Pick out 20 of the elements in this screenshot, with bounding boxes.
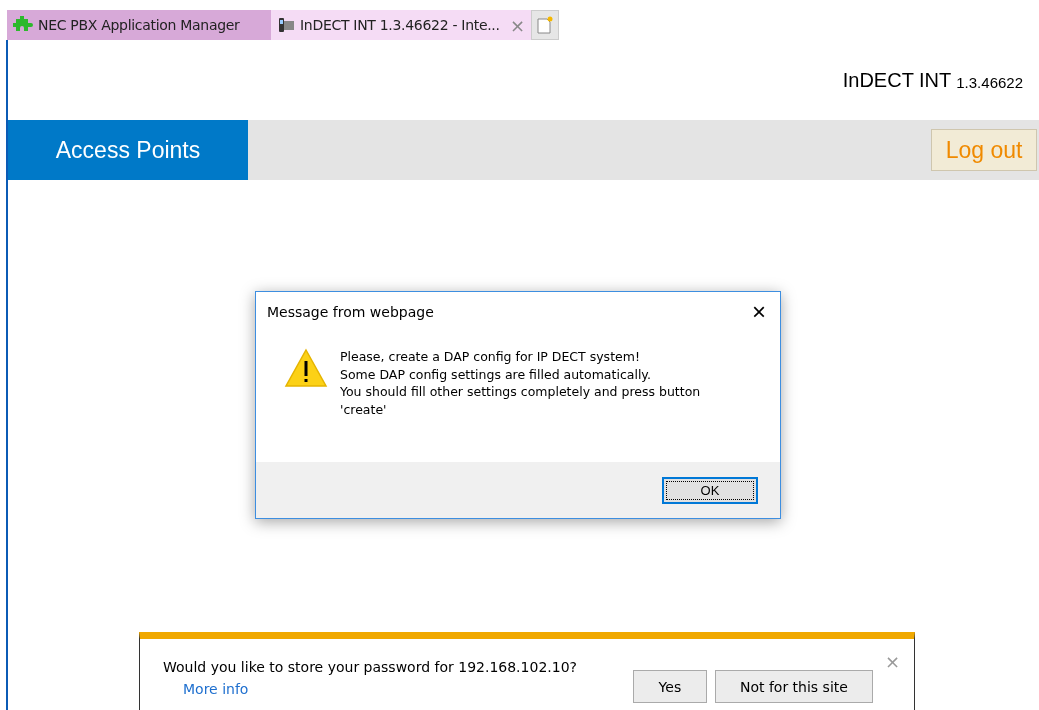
message-line: Some DAP config settings are filled automatically. [340,365,652,383]
version-label: 1.3.46622 [956,73,1023,91]
dialog-title: Message from webpage [267,304,434,320]
yes-button[interactable]: Yes [632,670,707,703]
ok-button[interactable]: OK [662,476,758,504]
warning-icon [284,348,328,388]
message-line: 'create' [340,400,388,418]
device-icon [277,16,295,34]
new-tab-button[interactable] [531,10,559,40]
message-line: Please, create a DAP config for IP DECT system! [340,348,641,366]
password-prompt: Would you like to store your password for 192.168.102.10? [163,659,578,675]
message-line: You should fill other settings completely and press button [340,383,701,401]
product-title: InDECT INT [842,68,952,92]
not-for-site-button[interactable]: Not for this site [714,670,873,703]
browser-tab[interactable]: NEC PBX Application Manager [7,10,271,40]
browser-tab[interactable]: InDECT INT 1.3.46622 - Inte... × [271,10,531,40]
more-info-link[interactable]: More info [163,681,625,697]
new-page-icon [537,16,553,34]
close-button[interactable]: × [748,302,770,322]
section-tab[interactable]: Access Points [8,120,248,180]
